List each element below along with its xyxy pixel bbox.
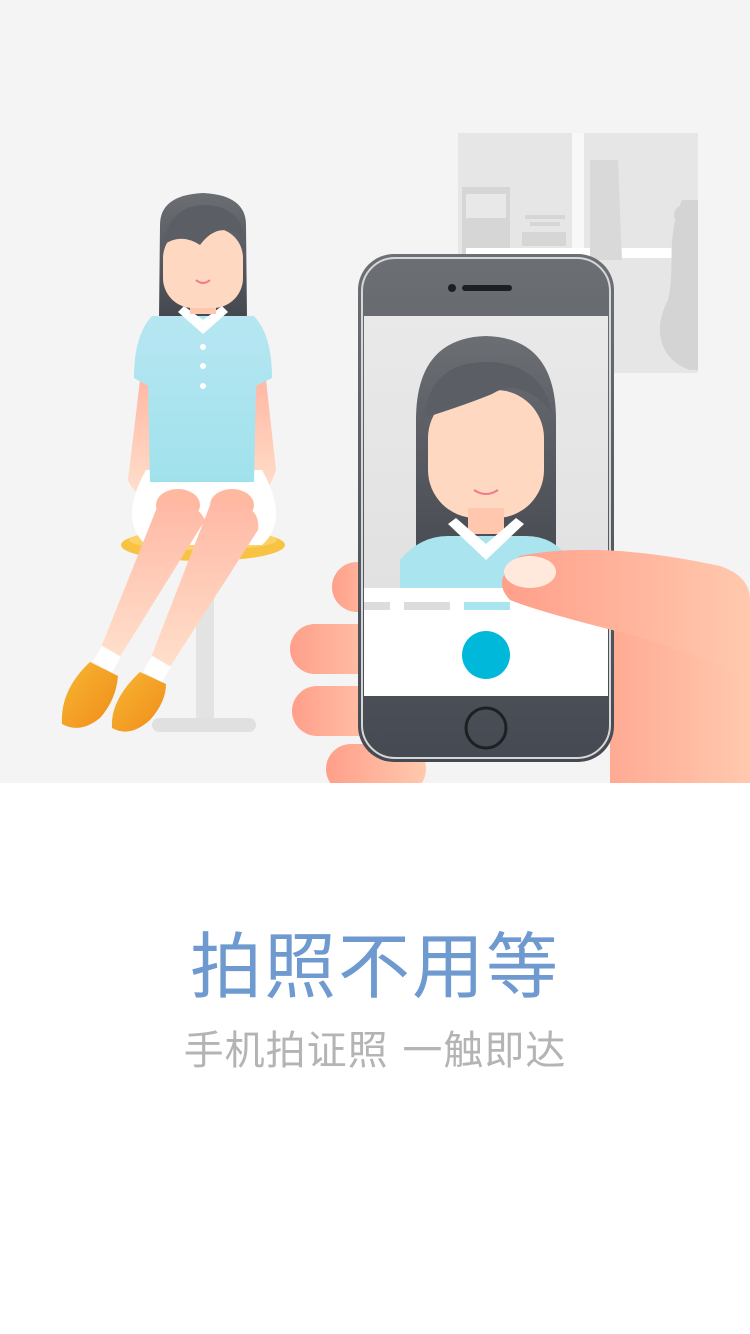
girl-figure (61, 193, 276, 732)
onboarding-subtitle: 手机拍证照 一触即达 (183, 1028, 567, 1074)
phone-mockup (358, 254, 614, 762)
onboarding-title: 拍照不用等 (189, 925, 560, 1009)
hero-illustration (0, 0, 750, 783)
illustration-svg (61, 133, 750, 783)
